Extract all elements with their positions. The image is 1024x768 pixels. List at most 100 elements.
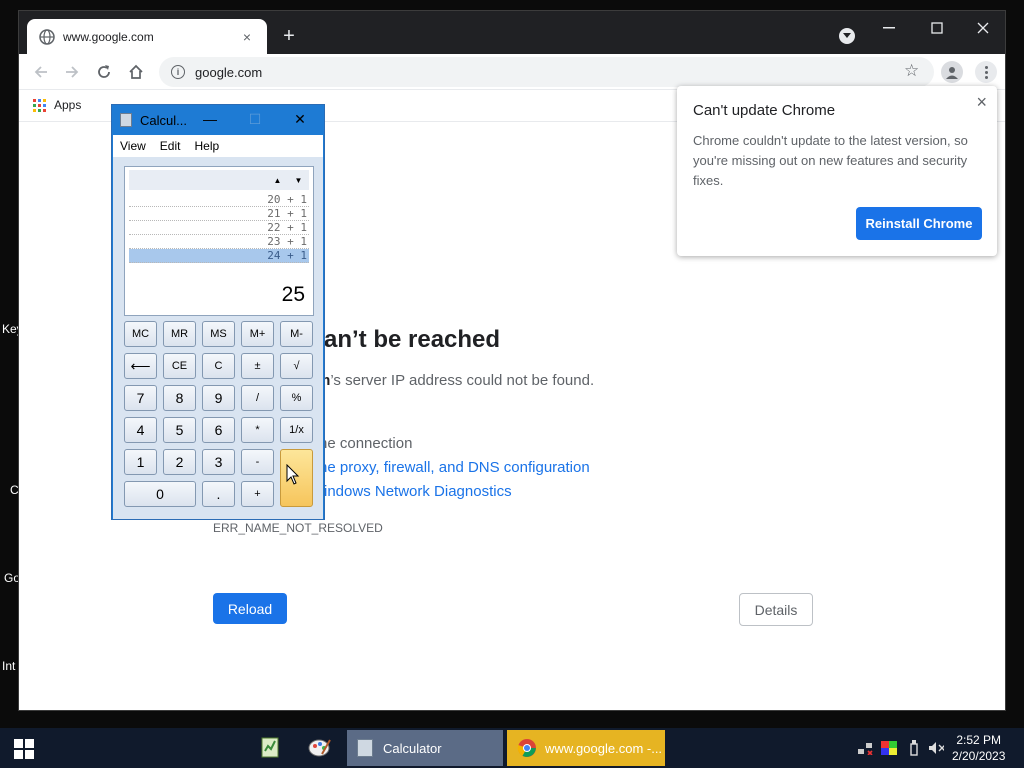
key-5[interactable]: 5	[163, 417, 196, 443]
taskbar-chrome-button[interactable]: www.google.com -...	[507, 730, 665, 766]
key-add[interactable]: +	[241, 481, 274, 507]
menu-help[interactable]: Help	[194, 139, 219, 153]
history-entry[interactable]: 23 + 1	[129, 235, 309, 249]
key-7[interactable]: 7	[124, 385, 157, 411]
tab-google[interactable]: www.google.com ×	[27, 19, 267, 54]
calc-minimize-button[interactable]: —	[200, 111, 220, 127]
reinstall-chrome-button[interactable]: Reinstall Chrome	[856, 207, 982, 240]
key-4[interactable]: 4	[124, 417, 157, 443]
address-bar[interactable]: i google.com	[159, 57, 934, 87]
tab-search-icon[interactable]	[839, 28, 855, 44]
maximize-button[interactable]	[922, 17, 952, 39]
tip-proxy-link[interactable]: he proxy, firewall, and DNS configuratio…	[319, 459, 590, 476]
key-decimal[interactable]: .	[202, 481, 235, 507]
key-6[interactable]: 6	[202, 417, 235, 443]
back-icon[interactable]	[31, 62, 51, 82]
start-windows-icon[interactable]	[14, 739, 34, 759]
calculator-app-icon	[120, 113, 132, 127]
taskbar-paint-icon[interactable]	[308, 735, 332, 759]
key-c[interactable]: C	[202, 353, 235, 379]
error-description-text: ’s server IP address could not be found.	[330, 372, 595, 389]
popup-title: Can't update Chrome	[693, 102, 836, 119]
error-description: m’s server IP address could not be found…	[317, 372, 594, 389]
key-ce[interactable]: CE	[163, 353, 196, 379]
calculator-body: View Edit Help ▲ ▼ 20 + 1 21 + 1 22 + 1 …	[113, 135, 323, 519]
chrome-menu-icon[interactable]	[975, 61, 997, 83]
clock-time: 2:52 PM	[956, 733, 1002, 747]
display-value: 25	[281, 283, 305, 306]
key-3[interactable]: 3	[202, 449, 235, 475]
tab-strip: www.google.com × +	[19, 11, 1005, 54]
mouse-cursor-icon	[286, 463, 300, 491]
tab-title: www.google.com	[63, 29, 154, 44]
taskbar: Calculator www.google.com -... 2:52 PM 2…	[0, 728, 1024, 768]
key-m-minus[interactable]: M-	[280, 321, 313, 347]
taskbar-notepad-icon[interactable]	[258, 735, 282, 759]
history-entry[interactable]: 21 + 1	[129, 207, 309, 221]
key-m-plus[interactable]: M+	[241, 321, 274, 347]
history-entry[interactable]: 22 + 1	[129, 221, 309, 235]
forward-icon[interactable]	[62, 62, 82, 82]
calculator-window: Calcul... — ☐ ✕ View Edit Help ▲ ▼ 20 + …	[111, 104, 325, 520]
clock-date: 2/20/2023	[952, 749, 1006, 763]
calc-close-button[interactable]: ✕	[290, 111, 310, 128]
tip-check-connection: he connection	[319, 435, 413, 452]
globe-icon	[39, 28, 55, 45]
apps-shortcut[interactable]: Apps	[33, 98, 81, 112]
taskbar-clock[interactable]: 2:52 PM 2/20/2023	[952, 732, 1005, 764]
key-plus-minus[interactable]: ±	[241, 353, 274, 379]
key-mc[interactable]: MC	[124, 321, 157, 347]
key-percent[interactable]: %	[280, 385, 313, 411]
apps-label: Apps	[54, 98, 82, 112]
details-button[interactable]: Details	[739, 593, 813, 626]
key-divide[interactable]: /	[241, 385, 274, 411]
history-entry[interactable]: 20 + 1	[129, 193, 309, 207]
history-up-icon[interactable]: ▲	[269, 173, 286, 187]
calculator-display: ▲ ▼ 20 + 1 21 + 1 22 + 1 23 + 1 24 + 1 2…	[124, 166, 314, 316]
taskbar-calculator-icon	[357, 739, 373, 757]
reload-icon[interactable]	[94, 62, 114, 82]
minimize-button[interactable]	[874, 17, 904, 39]
key-backspace[interactable]: ⟵	[124, 353, 157, 379]
taskbar-task-label: Calculator	[383, 740, 442, 756]
history-down-icon[interactable]: ▼	[290, 173, 307, 187]
taskbar-calculator-button[interactable]: Calculator	[347, 730, 503, 766]
tray-display-icon[interactable]	[881, 740, 897, 756]
tray-usb-icon[interactable]	[906, 740, 922, 756]
history-entry-selected[interactable]: 24 + 1	[129, 249, 309, 263]
key-8[interactable]: 8	[163, 385, 196, 411]
key-ms[interactable]: MS	[202, 321, 235, 347]
key-multiply[interactable]: *	[241, 417, 274, 443]
tray-volume-muted-icon[interactable]	[928, 740, 944, 756]
taskbar-chrome-icon	[517, 738, 537, 758]
calc-maximize-button[interactable]: ☐	[245, 111, 265, 128]
history-list: 20 + 1 21 + 1 22 + 1 23 + 1 24 + 1	[129, 193, 309, 263]
url-text: google.com	[195, 64, 263, 80]
key-0[interactable]: 0	[124, 481, 196, 507]
popup-body: Chrome couldn't update to the latest ver…	[693, 133, 968, 188]
taskbar-task-label: www.google.com -...	[545, 740, 663, 756]
tray-network-icon[interactable]	[857, 740, 873, 756]
menu-edit[interactable]: Edit	[160, 139, 181, 153]
calculator-titlebar[interactable]: Calcul... — ☐ ✕	[112, 105, 324, 135]
site-info-icon[interactable]: i	[171, 65, 185, 79]
tip-diagnostics-link[interactable]: indows Network Diagnostics	[324, 483, 512, 500]
reload-button[interactable]: Reload	[213, 593, 287, 624]
tab-close-icon[interactable]: ×	[239, 29, 255, 45]
key-sqrt[interactable]: √	[280, 353, 313, 379]
close-window-button[interactable]	[968, 17, 998, 39]
apps-grid-icon	[33, 98, 46, 112]
key-subtract[interactable]: -	[241, 449, 274, 475]
key-reciprocal[interactable]: 1/x	[280, 417, 313, 443]
key-9[interactable]: 9	[202, 385, 235, 411]
home-icon[interactable]	[126, 62, 146, 82]
key-mr[interactable]: MR	[163, 321, 196, 347]
key-1[interactable]: 1	[124, 449, 157, 475]
new-tab-button[interactable]: +	[277, 25, 301, 47]
key-2[interactable]: 2	[163, 449, 196, 475]
bookmark-star-icon[interactable]: ☆	[904, 62, 919, 80]
profile-avatar-icon[interactable]	[941, 61, 963, 83]
error-title: an’t be reached	[324, 326, 501, 353]
popup-close-icon[interactable]: ×	[976, 92, 987, 113]
menu-view[interactable]: View	[120, 139, 146, 153]
